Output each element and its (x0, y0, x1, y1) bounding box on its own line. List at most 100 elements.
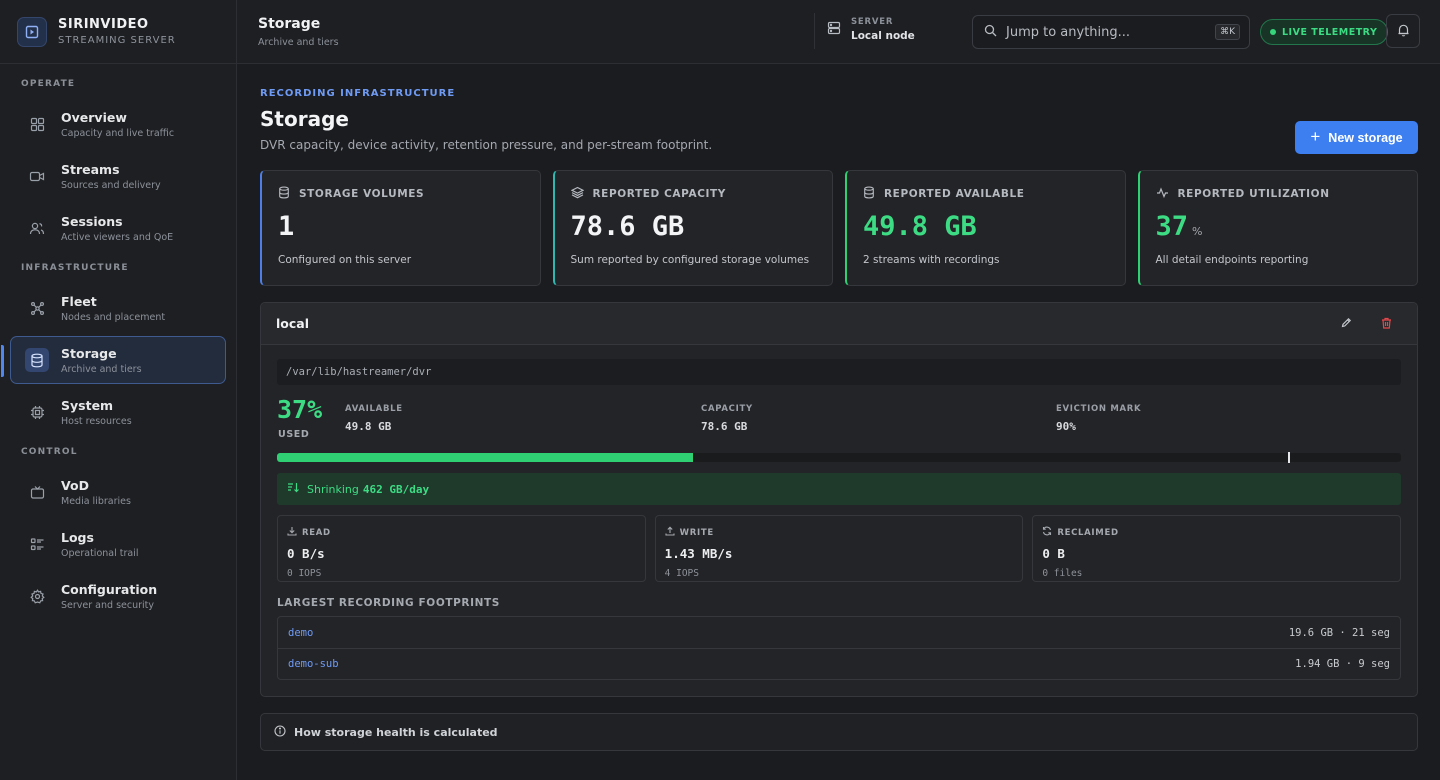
brand-name: SIRINVIDEO (58, 17, 149, 32)
stat-value: 78.6 GB (570, 211, 685, 242)
list-icon (25, 532, 49, 556)
volume-card-header: local (261, 303, 1417, 345)
usage-bar (277, 452, 1401, 463)
stat-label: REPORTED UTILIZATION (1177, 188, 1330, 200)
layers-icon (570, 186, 593, 202)
header-subtitle: Archive and tiers (258, 37, 339, 48)
gear-icon (25, 584, 49, 608)
list-item: demo-sub 1.94 GB · 9 seg (278, 648, 1400, 679)
io-label: RECLAIMED (1057, 527, 1119, 538)
sidebar-item-desc: Nodes and placement (61, 311, 166, 323)
top-header: Storage Archive and tiers SERVER Local n… (237, 0, 1440, 64)
footprint-size: 19.6 GB · 21 seg (1288, 626, 1390, 639)
nav-section-infrastructure: INFRASTRUCTURE (21, 263, 129, 273)
sidebar-item-streams[interactable]: Streams Sources and delivery (10, 152, 226, 200)
list-item: demo 19.6 GB · 21 seg (278, 617, 1400, 648)
footprint-size: 1.94 GB · 9 seg (1295, 658, 1390, 670)
sidebar-item-system[interactable]: System Host resources (10, 388, 226, 436)
search-input[interactable]: Jump to anything... ⌘K (972, 15, 1250, 49)
sidebar-item-desc: Operational trail (61, 547, 139, 559)
server-selector[interactable]: SERVER Local node (827, 17, 915, 42)
sidebar-item-vod[interactable]: VoD Media libraries (10, 468, 226, 516)
sidebar-item-logs[interactable]: Logs Operational trail (10, 520, 226, 568)
search-placeholder: Jump to anything... (1006, 24, 1131, 40)
trend-label: Shrinking (307, 482, 359, 496)
page-eyebrow: RECORDING INFRASTRUCTURE (260, 88, 456, 99)
database-icon (278, 186, 299, 202)
sidebar-item-desc: Active viewers and QoE (61, 231, 174, 243)
sidebar-item-configuration[interactable]: Configuration Server and security (10, 572, 226, 620)
volume-path: /var/lib/hastreamer/dvr (277, 359, 1401, 385)
sidebar-item-desc: Server and security (61, 599, 154, 611)
stat-card-utilization: REPORTED UTILIZATION 37% All detail endp… (1137, 170, 1418, 286)
brand-subtitle: STREAMING SERVER (58, 35, 176, 46)
server-label: SERVER (851, 17, 894, 27)
edit-volume-button[interactable] (1336, 314, 1356, 334)
footprints-title: LARGEST RECORDING FOOTPRINTS (277, 597, 500, 609)
delete-volume-button[interactable] (1376, 314, 1396, 334)
stat-card-available: REPORTED AVAILABLE 49.8 GB 2 streams wit… (845, 170, 1126, 286)
activity-icon (1156, 186, 1178, 202)
stat-card-capacity: REPORTED CAPACITY 78.6 GB Sum reported b… (552, 170, 833, 286)
bell-icon (1397, 23, 1410, 40)
io-value: 0 B/s (287, 546, 325, 561)
storage-health-disclosure[interactable]: How storage health is calculated (260, 713, 1418, 751)
io-sub: 0 files (1042, 568, 1083, 579)
stat-label: REPORTED CAPACITY (592, 188, 726, 200)
io-sub: 4 IOPS (664, 568, 699, 579)
stat-note: All detail endpoints reporting (1155, 254, 1309, 266)
footprint-stream-link[interactable]: demo-sub (288, 658, 339, 670)
sidebar-item-overview[interactable]: Overview Capacity and live traffic (10, 100, 226, 148)
io-label: READ (302, 527, 331, 538)
trend-down-icon (287, 482, 299, 496)
grid-icon (25, 112, 49, 136)
refresh-icon (1042, 526, 1057, 539)
stats-row: STORAGE VOLUMES 1 Configured on this ser… (260, 170, 1418, 286)
kv-label: AVAILABLE (345, 404, 403, 414)
io-reclaimed: RECLAIMED 0 B 0 files (1032, 515, 1402, 582)
eviction-metric: EVICTION MARK 90% (1056, 404, 1141, 433)
sidebar-item-label: Configuration (61, 581, 158, 597)
new-storage-button[interactable]: + New storage (1295, 121, 1418, 154)
telemetry-label: LIVE TELEMETRY (1282, 26, 1378, 38)
sidebar-item-label: Storage (61, 345, 117, 361)
header-title: Storage (258, 16, 321, 32)
sidebar: SIRINVIDEO STREAMING SERVER OPERATE Over… (0, 0, 237, 780)
upload-icon (665, 526, 680, 539)
sidebar-item-label: VoD (61, 477, 89, 493)
download-icon (287, 526, 302, 539)
sidebar-item-label: System (61, 397, 114, 413)
io-metrics: READ 0 B/s 0 IOPS WRITE 1.43 MB/s 4 IOPS (277, 515, 1402, 582)
cpu-icon (25, 400, 49, 424)
brand[interactable]: SIRINVIDEO STREAMING SERVER (0, 0, 236, 64)
stat-label: REPORTED AVAILABLE (884, 188, 1025, 200)
footprint-stream-link[interactable]: demo (288, 627, 313, 639)
tv-icon (25, 480, 49, 504)
search-icon (984, 24, 997, 40)
brand-logo-icon (17, 16, 47, 47)
sidebar-item-storage[interactable]: Storage Archive and tiers (1, 336, 226, 384)
sidebar-item-fleet[interactable]: Fleet Nodes and placement (10, 284, 226, 332)
stat-value: 37% (1155, 211, 1203, 242)
database-icon (863, 186, 884, 202)
io-sub: 0 IOPS (287, 568, 322, 579)
usage-bar-fill (277, 453, 693, 462)
io-value: 1.43 MB/s (664, 546, 733, 561)
server-icon (827, 21, 841, 38)
stat-unit: % (1192, 225, 1203, 238)
stat-value: 1 (278, 211, 295, 242)
sidebar-item-sessions[interactable]: Sessions Active viewers and QoE (10, 204, 226, 252)
notifications-button[interactable] (1386, 14, 1420, 48)
sidebar-item-label: Logs (61, 529, 94, 545)
stat-label: STORAGE VOLUMES (299, 188, 425, 200)
sidebar-item-desc: Archive and tiers (61, 363, 142, 375)
live-telemetry-badge[interactable]: LIVE TELEMETRY (1260, 19, 1389, 45)
storage-volume-card: local /var/lib/hastreamer/dvr 37% USED A… (260, 302, 1418, 697)
page-title: Storage (260, 107, 349, 131)
stat-note: 2 streams with recordings (863, 254, 1000, 266)
capacity-metric: CAPACITY 78.6 GB (701, 404, 753, 433)
used-percentage: 37% (277, 395, 323, 424)
trash-icon (1381, 317, 1392, 332)
new-storage-label: New storage (1328, 130, 1403, 145)
page-description: DVR capacity, device activity, retention… (260, 138, 713, 152)
